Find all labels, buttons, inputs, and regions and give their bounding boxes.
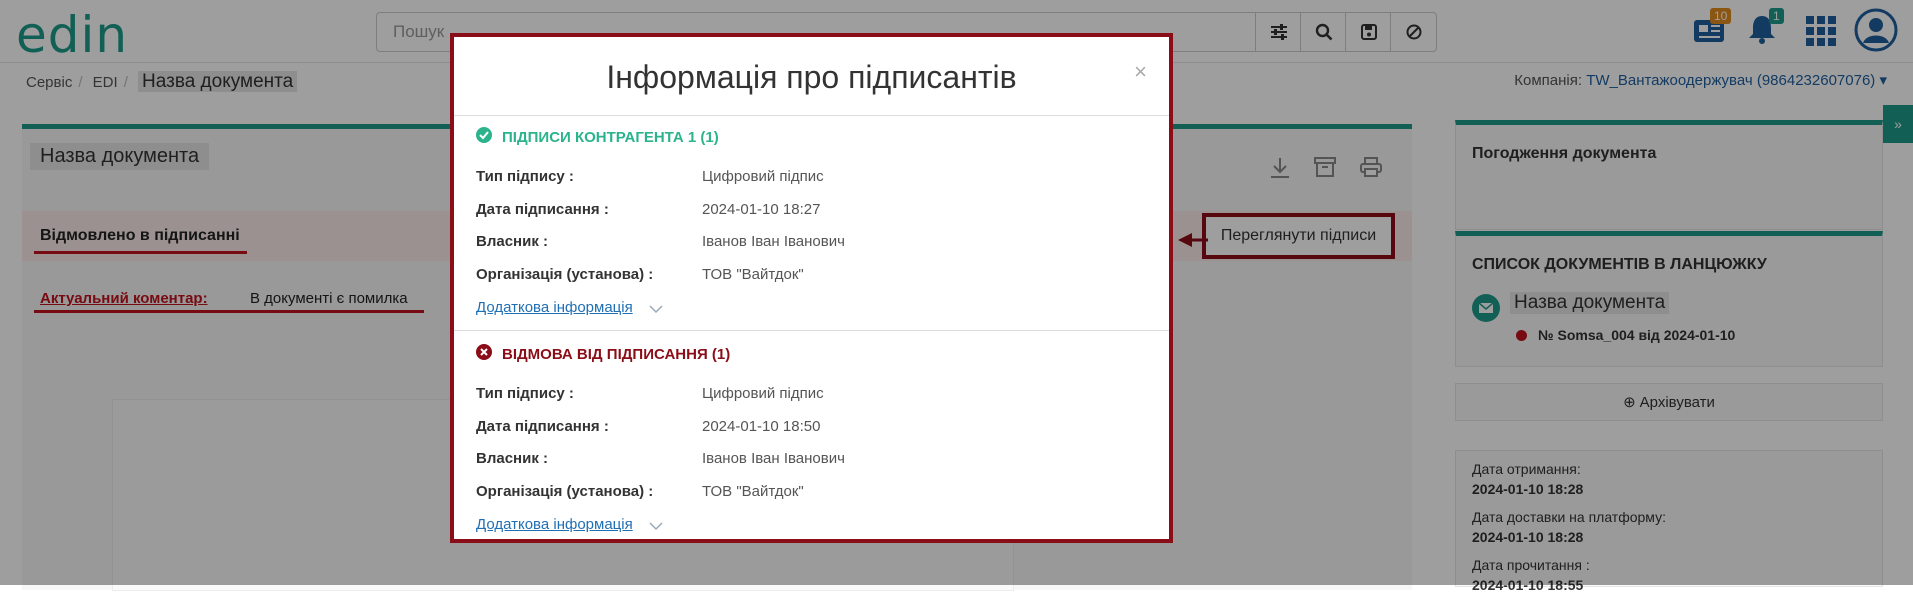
organization-label: Організація (установа) : bbox=[476, 483, 654, 500]
additional-info-link[interactable]: Додаткова інформація bbox=[476, 516, 633, 533]
divider bbox=[454, 115, 1169, 116]
owner-label: Власник : bbox=[476, 233, 548, 250]
sig-type-label: Тип підпису : bbox=[476, 385, 574, 402]
section-counterparty-signatures: ПІДПИСИ КОНТРАГЕНТА 1 (1) bbox=[502, 129, 719, 146]
organization-value: ТОВ "Вайтдок" bbox=[702, 483, 804, 500]
sign-date-label: Дата підписання : bbox=[476, 418, 609, 435]
sig-type-value: Цифровий підпис bbox=[702, 385, 824, 402]
owner-value: Іванов Іван Іванович bbox=[702, 233, 845, 250]
check-circle-icon bbox=[476, 127, 492, 148]
signers-info-modal: Інформація про підписантів × ПІДПИСИ КОН… bbox=[450, 33, 1173, 543]
chevron-down-icon[interactable] bbox=[649, 518, 663, 536]
close-icon[interactable]: × bbox=[1134, 59, 1147, 85]
section-signing-refusal: ВІДМОВА ВІД ПІДПИСАННЯ (1) bbox=[502, 346, 731, 363]
divider bbox=[454, 330, 1169, 331]
additional-info-link[interactable]: Додаткова інформація bbox=[476, 299, 633, 316]
sign-date-value: 2024-01-10 18:50 bbox=[702, 418, 821, 435]
owner-value: Іванов Іван Іванович bbox=[702, 450, 845, 467]
organization-value: ТОВ "Вайтдок" bbox=[702, 266, 804, 283]
sign-date-value: 2024-01-10 18:27 bbox=[702, 201, 821, 218]
owner-label: Власник : bbox=[476, 450, 548, 467]
sig-type-value: Цифровий підпис bbox=[702, 168, 824, 185]
chevron-down-icon[interactable] bbox=[649, 301, 663, 319]
organization-label: Організація (установа) : bbox=[476, 266, 654, 283]
x-circle-icon bbox=[476, 344, 492, 365]
sig-type-label: Тип підпису : bbox=[476, 168, 574, 185]
modal-title: Інформація про підписантів bbox=[606, 59, 1017, 95]
sign-date-label: Дата підписання : bbox=[476, 201, 609, 218]
